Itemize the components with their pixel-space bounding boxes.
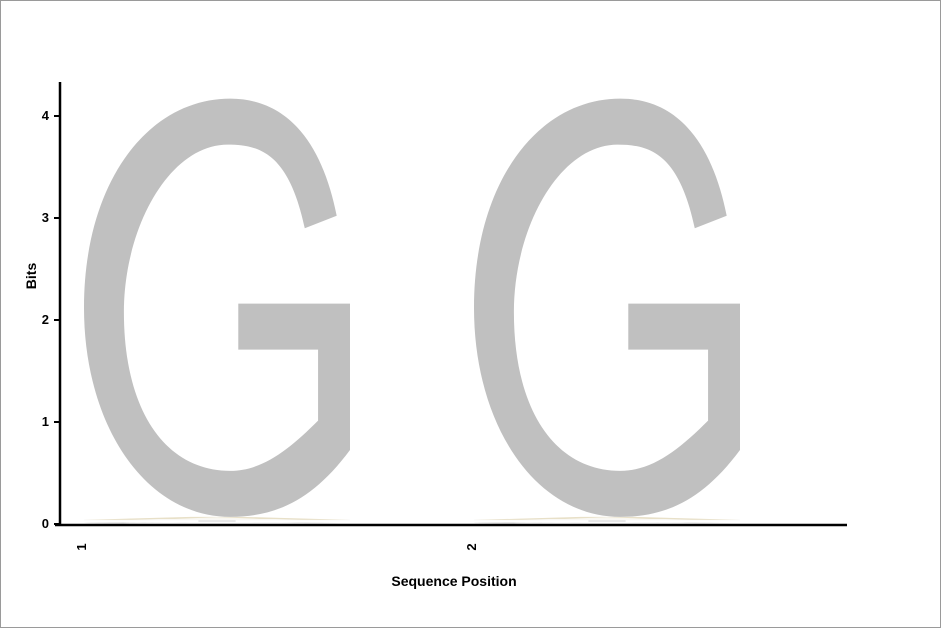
logo-letter-a bbox=[474, 516, 740, 520]
x-tick-label: 2 bbox=[464, 543, 479, 550]
letter-stacks bbox=[84, 98, 740, 524]
x-ticks: 12 bbox=[74, 543, 479, 550]
y-tick-label: 2 bbox=[42, 312, 49, 327]
y-tick-label: 0 bbox=[42, 516, 49, 531]
logo-letter-c bbox=[84, 521, 343, 524]
y-tick-label: 4 bbox=[42, 108, 50, 123]
y-ticks: 0 1 2 3 4 bbox=[42, 108, 60, 531]
y-tick-label: 1 bbox=[42, 414, 49, 429]
logo-letter-t bbox=[474, 519, 740, 522]
sequence-logo-chart: 01234 12 Bits Sequence Position bbox=[23, 82, 847, 589]
y-tick-label: 3 bbox=[42, 210, 49, 225]
x-tick-label: 1 bbox=[74, 543, 89, 550]
logo-letter-c bbox=[474, 521, 733, 524]
y-axis-title: Bits bbox=[23, 263, 39, 290]
logo-letter-a bbox=[84, 516, 350, 520]
logo-letter-g bbox=[84, 98, 350, 517]
x-axis-title: Sequence Position bbox=[391, 573, 516, 589]
logo-letter-g bbox=[474, 98, 740, 517]
logo-letter-t bbox=[84, 519, 350, 522]
